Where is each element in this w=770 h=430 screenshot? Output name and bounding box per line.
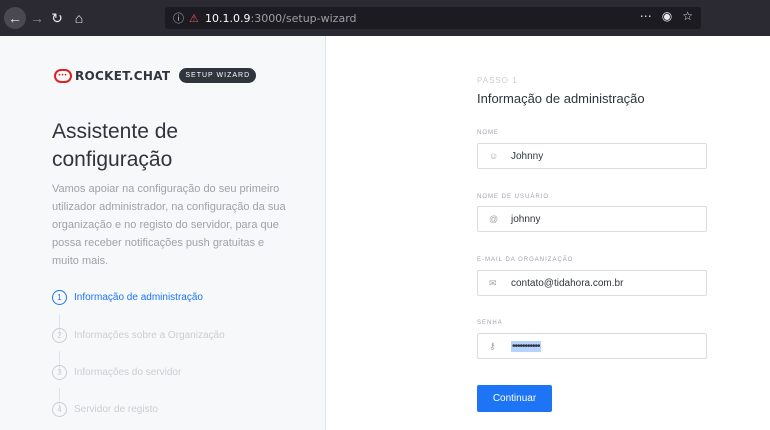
pocket-icon[interactable]: ◉ [662,9,672,23]
key-icon: ⚷ [489,340,496,351]
step-2[interactable]: 2 Informações sobre a Organização [52,328,312,343]
url-host: 10.1.0.9 [205,11,251,25]
home-icon: ⌂ [74,10,84,26]
step-label: Informações sobre a Organização [74,330,225,341]
forward-button[interactable]: → [26,7,48,29]
reload-button[interactable]: ↻ [46,7,68,29]
address-bar[interactable]: ⓘ ⚠ 10.1.0.9:3000/setup-wizard ⋯ ◉ ☆ [165,7,701,29]
setup-wizard-badge: SETUP WIZARD [179,68,257,83]
arrow-left-icon: ← [8,10,22,26]
step-label: Informações do servidor [74,367,182,378]
step-label: Informação de administração [74,292,203,303]
info-icon[interactable]: ⓘ [173,10,185,26]
step-number: 1 [52,290,67,305]
step-3[interactable]: 3 Informações do servidor [52,365,312,380]
email-label: E-MAIL DA ORGANIZAÇÃO [477,257,574,263]
setup-form-panel: PASSO 1 Informação de administração NOME… [327,36,770,430]
password-label: SENHA [477,320,503,326]
name-value: Johnny [511,150,544,162]
browser-toolbar: ← → ↻ ⌂ ⓘ ⚠ 10.1.0.9:3000/setup-wizard ⋯… [0,0,770,36]
step-label: Servidor de registo [74,404,158,415]
page-title: Assistente de configuração [52,120,179,171]
page-description: Vamos apoiar na configuração do seu prim… [52,183,286,267]
step-number: 2 [52,328,67,343]
email-field[interactable]: ✉ contato@tidahora.com.br [477,270,707,296]
logo: ••• ROCKET.CHAT SETUP WIZARD [54,68,257,83]
step-4[interactable]: 4 Servidor de registo [52,402,312,417]
step-number: 3 [52,365,67,380]
password-value: ••••••••••• [511,340,541,352]
at-sign-icon: @ [489,214,499,224]
form-title: Informação de administração [477,91,645,106]
name-label: NOME [477,130,499,136]
mail-icon: ✉ [489,277,497,288]
username-label: NOME DE USUÁRIO [477,194,550,200]
password-field[interactable]: ⚷ ••••••••••• [477,333,707,359]
home-button[interactable]: ⌂ [68,7,90,29]
username-value: johnny [511,213,541,225]
arrow-right-icon: → [30,10,44,26]
user-icon: ☺ [489,151,499,161]
rocket-chat-logo-icon: ••• [54,68,72,83]
name-field[interactable]: ☺ Johnny [477,143,707,169]
username-field[interactable]: @ johnny [477,206,707,232]
logo-text: ROCKET.CHAT [75,68,171,83]
setup-sidebar: ••• ROCKET.CHAT SETUP WIZARD Assistente … [0,36,326,430]
back-button[interactable]: ← [4,7,26,29]
continue-button[interactable]: Continuar [477,385,552,412]
insecure-lock-icon[interactable]: ⚠ [189,12,205,25]
step-number: 4 [52,402,67,417]
more-icon[interactable]: ⋯ [640,9,652,23]
step-kicker: PASSO 1 [477,76,518,85]
email-value: contato@tidahora.com.br [511,277,624,289]
step-1[interactable]: 1 Informação de administração [52,290,312,305]
url-actions: ⋯ ◉ ☆ [640,9,693,23]
url-path: :3000/setup-wizard [250,11,357,25]
bookmark-star-icon[interactable]: ☆ [682,9,693,23]
reload-icon: ↻ [51,9,63,26]
